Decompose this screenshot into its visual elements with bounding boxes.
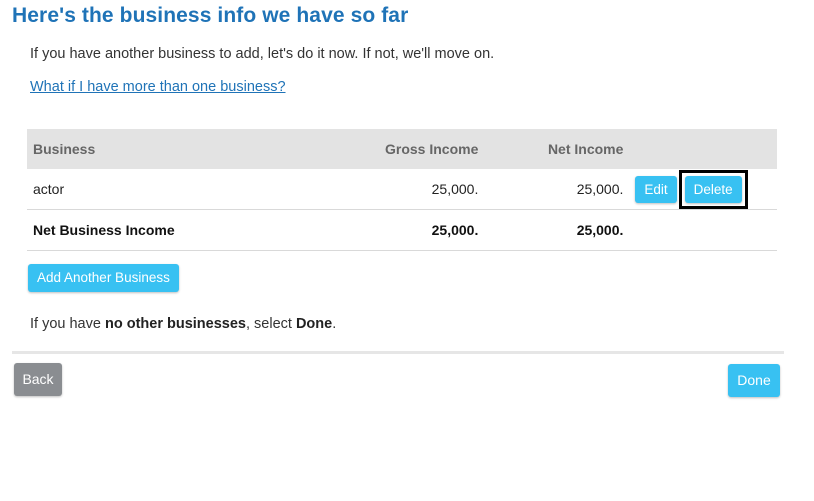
total-net-income-cell: 25,000. [484, 209, 630, 251]
gross-income-cell: 25,000. [246, 169, 485, 210]
back-button[interactable]: Back [14, 363, 62, 396]
column-header-net-income: Net Income [484, 129, 630, 169]
net-income-cell: 25,000. [484, 169, 630, 210]
total-row: Net Business Income 25,000. 25,000. [27, 209, 777, 251]
total-label-cell: Net Business Income [27, 209, 247, 251]
page-title: Here's the business info we have so far [12, 4, 409, 27]
total-gross-income-cell: 25,000. [246, 209, 485, 251]
column-header-business: Business [27, 129, 247, 169]
column-header-gross-income: Gross Income [246, 129, 485, 169]
summary-prefix: If you have [30, 316, 105, 332]
intro-text: If you have another business to add, let… [30, 46, 495, 62]
table-row: actor 25,000. 25,000. Edit Delete [27, 169, 777, 210]
business-table: Business Gross Income Net Income actor 2… [27, 129, 777, 251]
more-than-one-business-link[interactable]: What if I have more than one business? [30, 79, 286, 95]
business-name-cell: actor [27, 169, 247, 210]
summary-text: If you have no other businesses, select … [30, 316, 336, 332]
add-another-business-button[interactable]: Add Another Business [28, 264, 179, 292]
summary-emphasis-no-other: no other businesses [104, 316, 246, 332]
footer-divider [12, 351, 784, 354]
done-button[interactable]: Done [728, 364, 780, 397]
summary-emphasis-done: Done [295, 316, 333, 332]
total-empty-cell [629, 209, 777, 251]
summary-middle: , select [245, 316, 296, 332]
edit-button[interactable]: Edit [635, 175, 677, 203]
column-header-actions [629, 129, 777, 169]
summary-suffix: . [332, 316, 337, 332]
delete-button[interactable]: Delete [684, 175, 742, 203]
table-header-row: Business Gross Income Net Income [27, 129, 777, 169]
row-actions-cell: Edit Delete [629, 169, 777, 210]
delete-highlight-box: Delete [678, 169, 748, 209]
